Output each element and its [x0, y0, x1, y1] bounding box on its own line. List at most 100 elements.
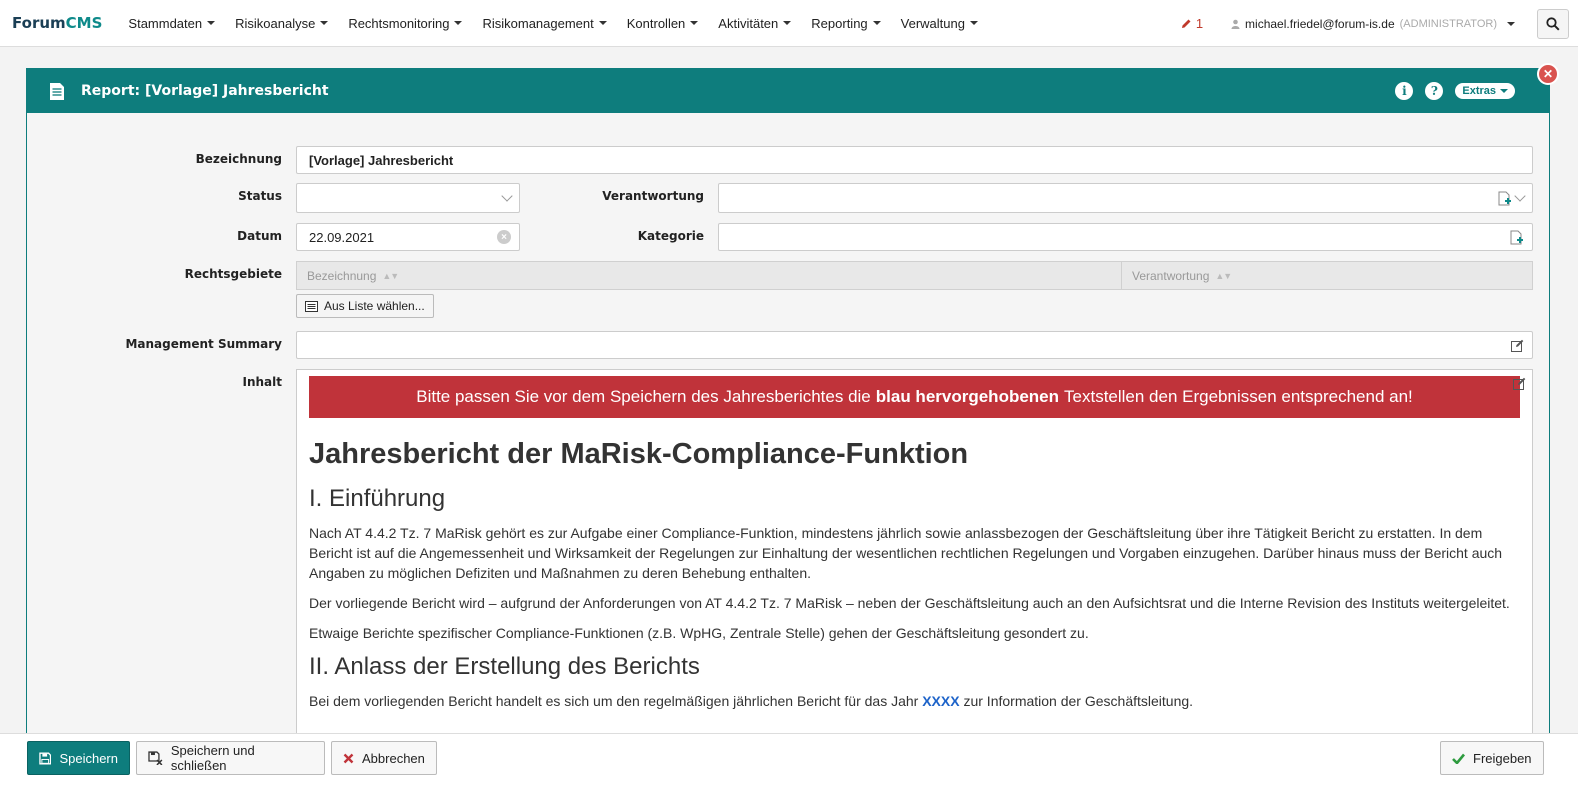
- bezeichnung-input[interactable]: [Vorlage] Jahresbericht: [296, 146, 1533, 174]
- save-button[interactable]: Speichern: [27, 741, 130, 775]
- menu-label: Verwaltung: [900, 15, 965, 31]
- chevron-down-icon: [969, 21, 978, 25]
- rechtsgebiete-grid-header: Bezeichnung ▲▼ Verantwortung ▲▼: [296, 261, 1533, 290]
- chevron-down-icon: [501, 190, 513, 202]
- info-icon[interactable]: i: [1395, 82, 1414, 100]
- report-form: Bezeichnung [Vorlage] Jahresbericht Stat…: [27, 113, 1549, 737]
- kategorie-input[interactable]: [718, 223, 1533, 251]
- grid-col-verantwortung[interactable]: Verantwortung ▲▼: [1122, 262, 1232, 289]
- menu-label: Risikoanalyse: [235, 15, 316, 31]
- status-label: Status: [238, 189, 282, 203]
- list-icon: [305, 300, 318, 312]
- chevron-down-icon: [783, 21, 792, 25]
- release-button[interactable]: Freigeben: [1440, 741, 1544, 775]
- menu-label: Stammdaten: [128, 15, 203, 31]
- management-summary-label: Management Summary: [125, 337, 282, 351]
- pencil-icon: [1181, 19, 1191, 28]
- close-panel-button[interactable]: ✕: [1537, 63, 1559, 85]
- verantwortung-select[interactable]: [718, 183, 1533, 213]
- document-icon: [50, 82, 64, 100]
- section-heading-2: II. Anlass der Erstellung des Berichts: [309, 653, 700, 680]
- paragraph-4-post: zur Information der Geschäftsleitung.: [963, 693, 1194, 709]
- floppy-disk-icon: [39, 752, 52, 764]
- paragraph-1: Nach AT 4.4.2 Tz. 7 MaRisk gehört es zur…: [309, 525, 1503, 581]
- rechtsgebiete-label: Rechtsgebiete: [184, 267, 282, 281]
- search-button[interactable]: [1537, 8, 1569, 39]
- menu-risikoanalyse[interactable]: Risikoanalyse: [225, 16, 338, 31]
- notifications-button[interactable]: 1: [1180, 16, 1203, 31]
- edit-icon[interactable]: [1511, 339, 1524, 352]
- notice-text-pre: Bitte passen Sie vor dem Speichern des J…: [416, 387, 871, 406]
- user-menu[interactable]: michael.friedel@forum-is.de (ADMINISTRAT…: [1231, 17, 1515, 31]
- grid-col-label: Bezeichnung: [307, 268, 377, 283]
- close-icon: [343, 753, 354, 763]
- close-icon: ✕: [1542, 67, 1554, 81]
- menu-label: Kontrollen: [626, 15, 686, 31]
- user-role: (ADMINISTRATOR): [1399, 17, 1497, 30]
- menu-reporting[interactable]: Reporting: [801, 16, 890, 31]
- menu-kontrollen[interactable]: Kontrollen: [617, 16, 709, 31]
- nav-right: 1 michael.friedel@forum-is.de (ADMINISTR…: [1180, 0, 1578, 47]
- help-icon[interactable]: ?: [1425, 82, 1444, 100]
- chevron-down-icon: [872, 21, 881, 25]
- sort-icon: ▲▼: [1215, 270, 1232, 281]
- menu-aktivitaeten[interactable]: Aktivitäten: [708, 16, 801, 31]
- brand-logo[interactable]: ForumCMS: [12, 14, 102, 32]
- chevron-down-icon: [1500, 89, 1508, 93]
- document-title: Jahresbericht der MaRisk-Compliance-Funk…: [309, 438, 969, 470]
- paragraph-4: Bei dem vorliegenden Bericht handelt es …: [309, 691, 1520, 711]
- save-and-close-button[interactable]: Speichern und schließen: [136, 741, 325, 775]
- chevron-down-icon: [598, 21, 607, 25]
- report-panel: ✕ Report: [Vorlage] Jahresbericht i ? Ex…: [26, 63, 1559, 737]
- save-label: Speichern: [59, 750, 118, 766]
- user-icon: [1231, 19, 1240, 29]
- kategorie-label: Kategorie: [637, 229, 704, 243]
- paragraph-2: Der vorliegende Bericht wird – aufgrund …: [309, 595, 1510, 611]
- save-close-label: Speichern und schließen: [170, 743, 255, 773]
- datum-value: 22.09.2021: [309, 229, 375, 245]
- sort-icon: ▲▼: [382, 270, 399, 281]
- inhalt-editor[interactable]: Bitte passen Sie vor dem Speichern des J…: [296, 369, 1533, 737]
- notice-text-post: Textstellen den Ergebnissen entsprechend…: [1064, 387, 1413, 406]
- chevron-down-icon: [1507, 21, 1515, 26]
- chevron-down-icon: [207, 21, 216, 25]
- notice-text-bold: blau hervorgehobenen: [875, 387, 1060, 406]
- menu-risikomanagement[interactable]: Risikomanagement: [472, 16, 616, 31]
- panel-title: Report: [Vorlage] Jahresbericht: [81, 83, 329, 99]
- clear-icon[interactable]: ×: [497, 230, 511, 244]
- menu-label: Risikomanagement: [482, 15, 594, 31]
- bezeichnung-value: [Vorlage] Jahresbericht: [309, 152, 454, 168]
- brand-part2: CMS: [65, 14, 103, 32]
- paragraph-3: Etwaige Berichte spezifischer Compliance…: [309, 625, 1089, 641]
- menu-rechtsmonitoring[interactable]: Rechtsmonitoring: [338, 16, 472, 31]
- extras-dropdown[interactable]: Extras: [1455, 83, 1515, 99]
- panel-header: Report: [Vorlage] Jahresbericht i ? Extr…: [27, 69, 1549, 113]
- aus-liste-waehlen-button[interactable]: Aus Liste wählen...: [296, 294, 434, 318]
- section-heading-1: I. Einführung: [309, 485, 446, 512]
- status-select[interactable]: [296, 183, 520, 213]
- notice-banner: Bitte passen Sie vor dem Speichern des J…: [309, 376, 1520, 418]
- chevron-down-icon: [1514, 190, 1526, 202]
- check-icon: [1452, 753, 1465, 764]
- main-menu: Stammdaten Risikoanalyse Rechtsmonitorin…: [118, 16, 988, 31]
- top-navbar: ForumCMS Stammdaten Risikoanalyse Rechts…: [0, 0, 1578, 47]
- highlight-placeholder: XXXX: [922, 693, 960, 709]
- footer-bar: Speichern Speichern und schließen Abbrec…: [0, 733, 1578, 785]
- user-email: michael.friedel@forum-is.de: [1245, 16, 1395, 31]
- management-summary-input[interactable]: [296, 331, 1533, 359]
- menu-label: Rechtsmonitoring: [348, 15, 450, 31]
- panel-actions: i ? Extras: [1395, 82, 1515, 100]
- menu-stammdaten[interactable]: Stammdaten: [118, 16, 225, 31]
- paragraph-4-pre: Bei dem vorliegenden Bericht handelt es …: [309, 693, 919, 709]
- menu-label: Reporting: [811, 15, 868, 31]
- search-icon: [1546, 16, 1560, 31]
- datum-input[interactable]: 22.09.2021 ×: [296, 223, 520, 251]
- cancel-button[interactable]: Abbrechen: [331, 741, 437, 775]
- new-document-icon[interactable]: [1510, 230, 1524, 245]
- chevron-down-icon: [320, 21, 329, 25]
- grid-col-bezeichnung[interactable]: Bezeichnung ▲▼: [297, 262, 1122, 289]
- new-document-icon[interactable]: [1498, 191, 1512, 206]
- edit-icon[interactable]: [1513, 377, 1526, 390]
- inhalt-label: Inhalt: [242, 375, 283, 389]
- menu-verwaltung[interactable]: Verwaltung: [891, 16, 988, 31]
